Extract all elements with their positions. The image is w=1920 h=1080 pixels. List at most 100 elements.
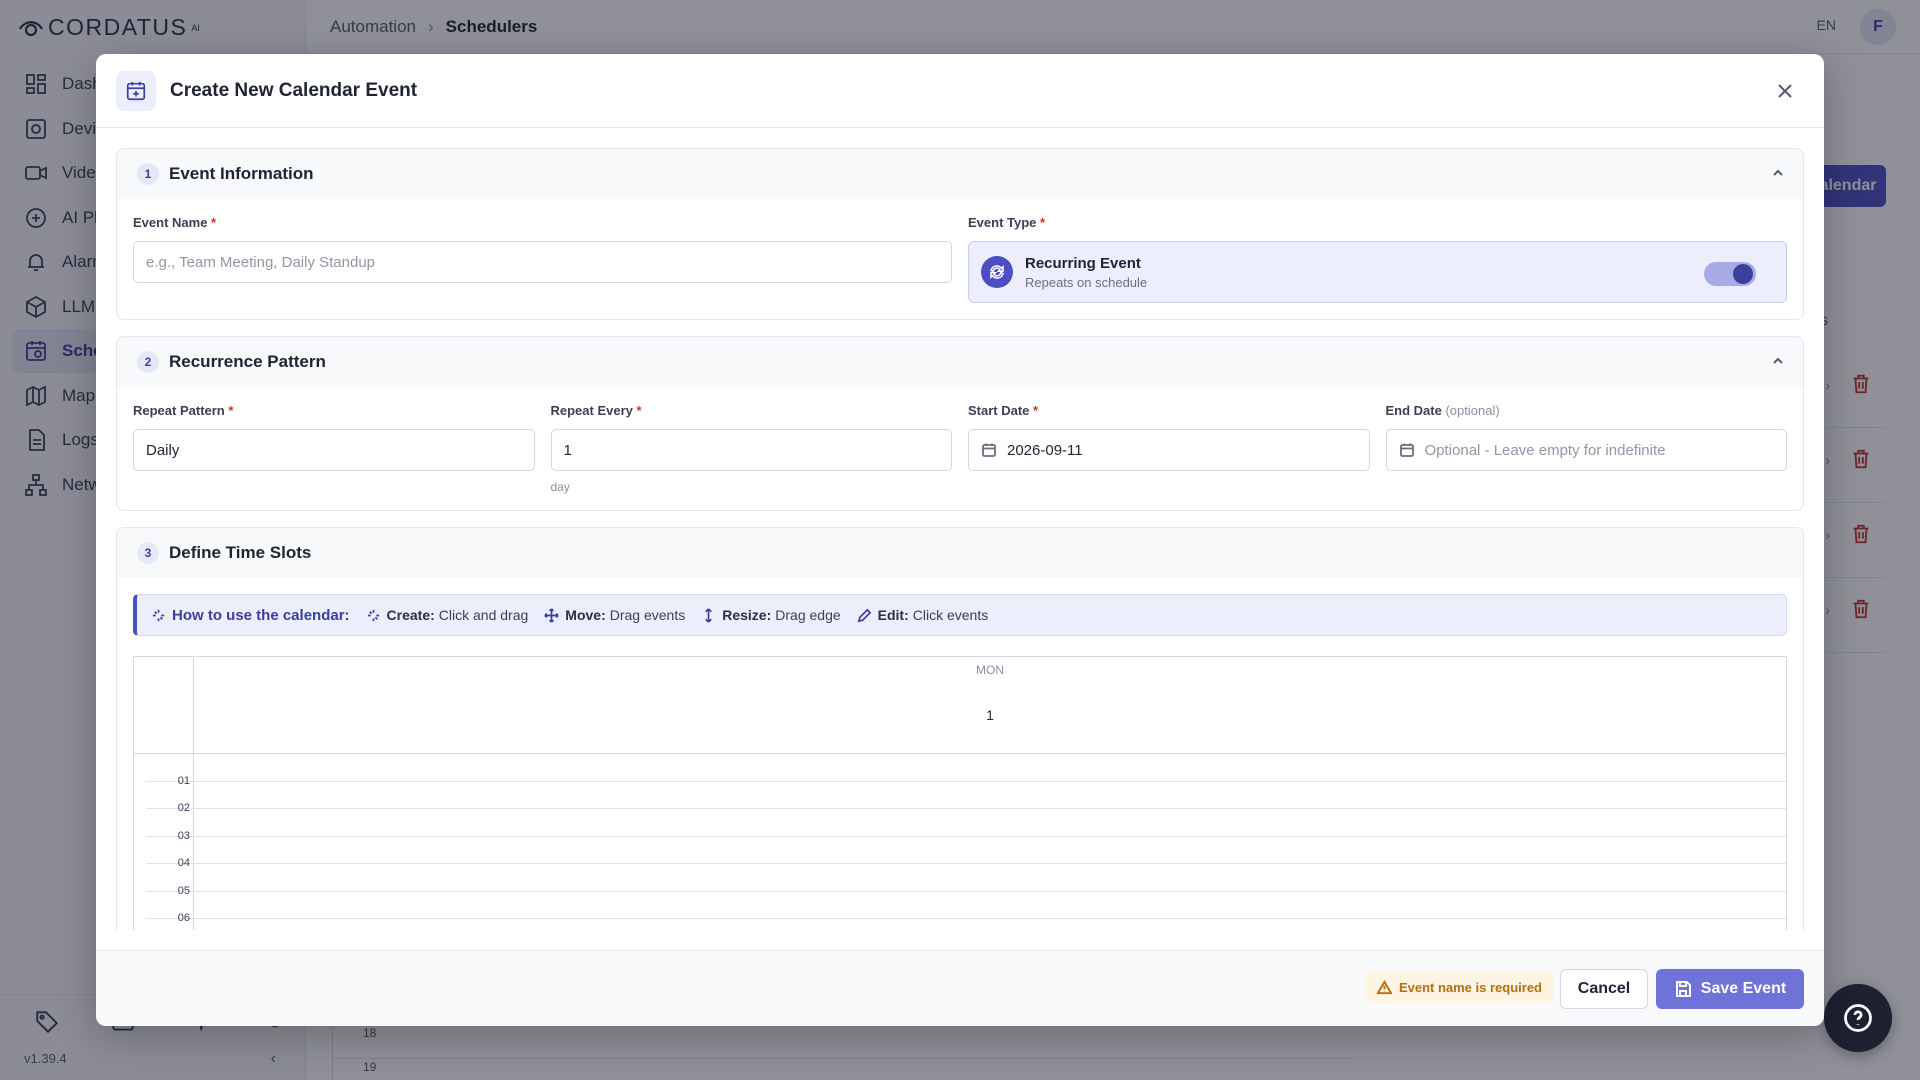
calendar-hour-label: 05	[177, 885, 190, 897]
calendar-slot[interactable]	[194, 808, 1786, 809]
repeat-icon	[981, 256, 1013, 288]
calendar-slot[interactable]	[194, 863, 1786, 864]
howto-key: Resize:	[722, 607, 772, 623]
section-event-information: 1 Event Information Event Name * e.g., T…	[116, 148, 1804, 320]
repeat-every-value: 1	[563, 441, 572, 459]
howto-text: Drag events	[609, 607, 686, 623]
modal-title: Create New Calendar Event	[170, 79, 418, 101]
repeat-pattern-value: Daily	[146, 441, 180, 459]
howto-item-create: Create: Click and drag	[366, 607, 529, 623]
section-title: Event Information	[169, 164, 314, 183]
event-type-title: Recurring Event	[1025, 254, 1141, 272]
calendar-hour-label: 06	[177, 912, 190, 924]
repeat-pattern-field: Repeat Pattern * Daily	[133, 403, 535, 494]
modal-footer: Event name is required Cancel Save Event	[96, 950, 1824, 1026]
end-date-placeholder: Optional - Leave empty for indefinite	[1424, 441, 1666, 459]
howto-item-resize: Resize: Drag edge	[701, 607, 841, 623]
howto-lead: How to use the calendar:	[172, 606, 350, 624]
required-marker: *	[1040, 215, 1046, 230]
save-icon	[1675, 981, 1691, 997]
section-header[interactable]: 3 Define Time Slots	[117, 528, 1803, 578]
optional-marker: (optional)	[1445, 403, 1500, 418]
calendar-hour-label: 03	[177, 830, 190, 842]
repeat-every-label: Repeat Every	[550, 403, 633, 418]
time-slot-calendar[interactable]: MON 1 01 02 03 04 05 06	[133, 656, 1787, 930]
section-header[interactable]: 1 Event Information	[117, 149, 1803, 199]
close-icon	[1778, 84, 1792, 98]
howto-text: Click and drag	[438, 607, 529, 623]
modal-header: Create New Calendar Event	[96, 54, 1824, 128]
validation-warning: Event name is required	[1364, 971, 1554, 1003]
recurring-event-card[interactable]: Recurring Event Repeats on schedule	[968, 241, 1787, 303]
event-type-field: Event Type * Recurring Event Repeats on …	[968, 215, 1787, 303]
howto-text: Click events	[912, 607, 989, 623]
repeat-every-field: Repeat Every * 1 day	[550, 403, 953, 494]
repeat-pattern-label: Repeat Pattern	[133, 403, 225, 418]
howto-text: Drag edge	[775, 607, 841, 623]
calendar-slot[interactable]	[194, 836, 1786, 837]
toggle-knob	[1733, 264, 1753, 284]
save-event-label: Save Event	[1700, 980, 1787, 997]
section-title: Define Time Slots	[169, 543, 312, 562]
howto-key: Create:	[386, 607, 435, 623]
cancel-button[interactable]: Cancel	[1560, 969, 1648, 1009]
field-label: Repeat Pattern *	[133, 403, 535, 419]
section-title: Recurrence Pattern	[169, 352, 326, 371]
field-row: Event Name * e.g., Team Meeting, Daily S…	[133, 215, 1787, 303]
required-marker: *	[1033, 403, 1039, 418]
field-label: End Date (optional)	[1386, 403, 1788, 419]
validation-warning-text: Event name is required	[1398, 979, 1542, 995]
close-button[interactable]	[1774, 80, 1796, 102]
help-icon	[1844, 1004, 1872, 1032]
calendar-header-divider	[134, 753, 1786, 754]
section-content: Repeat Pattern * Daily Repeat Every * 1 …	[117, 387, 1803, 510]
step-badge: 3	[137, 542, 159, 564]
event-name-label: Event Name	[133, 215, 208, 230]
help-button[interactable]	[1824, 984, 1892, 1052]
event-type-label: Event Type	[968, 215, 1037, 230]
calendar-slot[interactable]	[194, 891, 1786, 892]
move-icon	[544, 607, 559, 623]
save-event-button[interactable]: Save Event	[1656, 969, 1804, 1009]
event-type-text: Recurring Event Repeats on schedule	[1025, 255, 1147, 290]
event-name-input[interactable]: e.g., Team Meeting, Daily Standup	[133, 241, 952, 283]
calendar-hour-label: 01	[177, 775, 190, 787]
calendar-slot[interactable]	[194, 781, 1786, 782]
calendar-hour-label: 02	[177, 802, 190, 814]
sparkle-icon	[367, 609, 379, 621]
calendar-icon	[1399, 443, 1414, 457]
required-marker: *	[636, 403, 642, 418]
section-recurrence-pattern: 2 Recurrence Pattern Repeat Pattern * Da…	[116, 336, 1804, 511]
start-date-field: Start Date * 2026-09-11	[968, 403, 1370, 494]
required-marker: *	[211, 215, 217, 230]
pencil-icon	[857, 608, 871, 622]
field-label: Event Name *	[133, 215, 952, 231]
section-header[interactable]: 2 Recurrence Pattern	[117, 337, 1803, 387]
repeat-every-input[interactable]: 1	[550, 429, 952, 471]
step-badge: 2	[137, 351, 159, 373]
event-name-placeholder: e.g., Team Meeting, Daily Standup	[146, 253, 376, 271]
start-date-input[interactable]: 2026-09-11	[968, 429, 1370, 471]
calendar-day-of-week: MON	[976, 663, 1004, 677]
repeat-every-unit: day	[550, 480, 570, 494]
recurring-toggle[interactable]	[1704, 262, 1756, 286]
modal-body[interactable]: 1 Event Information Event Name * e.g., T…	[96, 128, 1824, 930]
chevron-up-icon[interactable]	[1771, 354, 1785, 368]
section-define-time-slots: 3 Define Time Slots How to use the calen…	[116, 527, 1804, 930]
field-label: Repeat Every *	[551, 403, 953, 419]
calendar-slot[interactable]	[194, 918, 1786, 919]
calendar-plus-icon	[116, 70, 156, 111]
field-label: Event Type *	[968, 215, 1787, 231]
calendar-day-number[interactable]: 1	[194, 707, 1786, 723]
chevron-up-icon[interactable]	[1771, 166, 1785, 180]
create-event-modal: Create New Calendar Event 1 Event Inform…	[96, 54, 1824, 1026]
calendar-howto-banner: How to use the calendar: Create: Click an…	[133, 594, 1787, 636]
howto-item-edit: Edit: Click events	[857, 607, 989, 623]
calendar-hour-label: 04	[177, 857, 190, 869]
field-label: Start Date *	[968, 403, 1370, 419]
howto-item-move: Move: Drag events	[544, 607, 685, 623]
section-content: How to use the calendar: Create: Click an…	[117, 578, 1803, 930]
repeat-pattern-select[interactable]: Daily	[133, 429, 535, 471]
end-date-field: End Date (optional) Optional - Leave emp…	[1385, 403, 1788, 494]
end-date-input[interactable]: Optional - Leave empty for indefinite	[1385, 429, 1787, 471]
